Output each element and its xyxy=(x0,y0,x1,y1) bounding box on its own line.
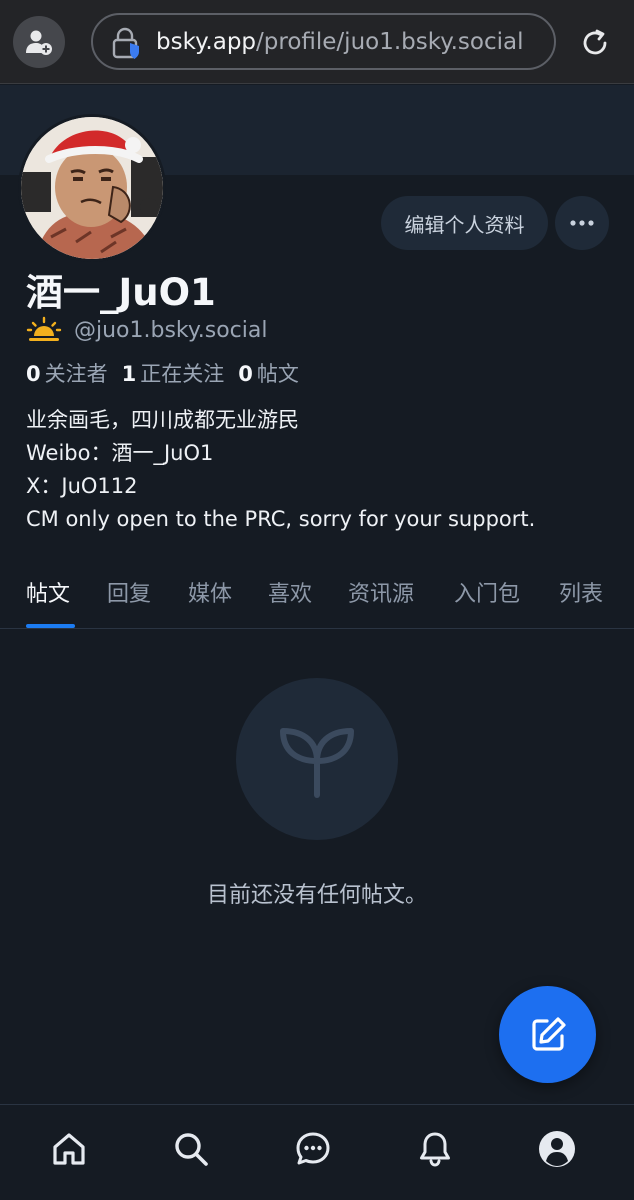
following-stat[interactable]: 1 正在关注 xyxy=(122,358,225,388)
bio-line: CM only open to the PRC, sorry for your … xyxy=(26,507,536,531)
compose-button[interactable] xyxy=(499,986,596,1083)
posts-label: 帖文 xyxy=(256,362,299,386)
bell-icon[interactable] xyxy=(413,1127,457,1171)
following-label: 正在关注 xyxy=(140,362,225,386)
bottom-nav xyxy=(0,1104,634,1200)
ellipsis-icon xyxy=(570,220,594,226)
empty-state-message: 目前还没有任何帖文。 xyxy=(206,883,427,908)
profile-icon[interactable] xyxy=(535,1127,579,1171)
home-icon[interactable] xyxy=(47,1127,91,1171)
followers-count: 0 xyxy=(26,362,41,386)
tab-media[interactable]: 媒体 xyxy=(188,576,232,608)
sunrise-icon xyxy=(26,316,62,341)
url-text: bsky.app/profile/juo1.bsky.social xyxy=(156,29,523,55)
following-count: 1 xyxy=(121,362,137,386)
sprout-icon xyxy=(280,728,354,798)
followers-stat[interactable]: 0 关注者 xyxy=(26,358,108,388)
bio-line: X：JuO112 xyxy=(26,474,138,498)
chat-icon[interactable] xyxy=(291,1127,335,1171)
display-name: 酒一_JuO1 xyxy=(26,271,216,314)
more-options-button[interactable] xyxy=(555,196,609,250)
tab-likes[interactable]: 喜欢 xyxy=(268,576,312,608)
avatar[interactable] xyxy=(18,114,166,262)
address-bar[interactable]: bsky.app/profile/juo1.bsky.social xyxy=(91,13,556,70)
compose-icon xyxy=(531,1016,566,1051)
active-tab-indicator xyxy=(26,624,75,628)
handle[interactable]: @juo1.bsky.social xyxy=(74,318,268,343)
handle-row: @juo1.bsky.social xyxy=(26,314,268,346)
tab-replies[interactable]: 回复 xyxy=(107,576,151,608)
account-icon[interactable] xyxy=(13,16,65,68)
search-icon[interactable] xyxy=(169,1127,213,1171)
tab-feeds[interactable]: 资讯源 xyxy=(348,576,414,608)
tab-starter-packs[interactable]: 入门包 xyxy=(454,576,520,608)
url-host: bsky.app xyxy=(156,29,257,55)
url-path: /profile/juo1.bsky.social xyxy=(256,29,524,55)
bio-line: Weibo：酒一_JuO1 xyxy=(26,441,214,465)
tab-posts[interactable]: 帖文 xyxy=(26,576,70,608)
bio-line: 业余画毛，四川成都无业游民 xyxy=(26,408,299,432)
reload-icon[interactable] xyxy=(572,20,618,66)
posts-stat: 0 帖文 xyxy=(238,358,299,388)
profile-bio: 业余画毛，四川成都无业游民 Weibo：酒一_JuO1 X：JuO112 CM … xyxy=(26,404,535,536)
browser-toolbar: bsky.app/profile/juo1.bsky.social xyxy=(0,0,634,84)
profile-stats: 0 关注者 1 正在关注 0 帖文 xyxy=(26,358,299,388)
edit-profile-button[interactable]: 编辑个人资料 xyxy=(381,196,548,250)
tab-lists[interactable]: 列表 xyxy=(559,576,603,608)
followers-label: 关注者 xyxy=(44,362,108,386)
site-security-icon[interactable] xyxy=(109,26,143,60)
profile-tabs: 帖文 回复 媒体 喜欢 资讯源 入门包 列表 xyxy=(0,568,634,629)
posts-count: 0 xyxy=(238,362,253,386)
empty-state-badge xyxy=(236,678,398,840)
